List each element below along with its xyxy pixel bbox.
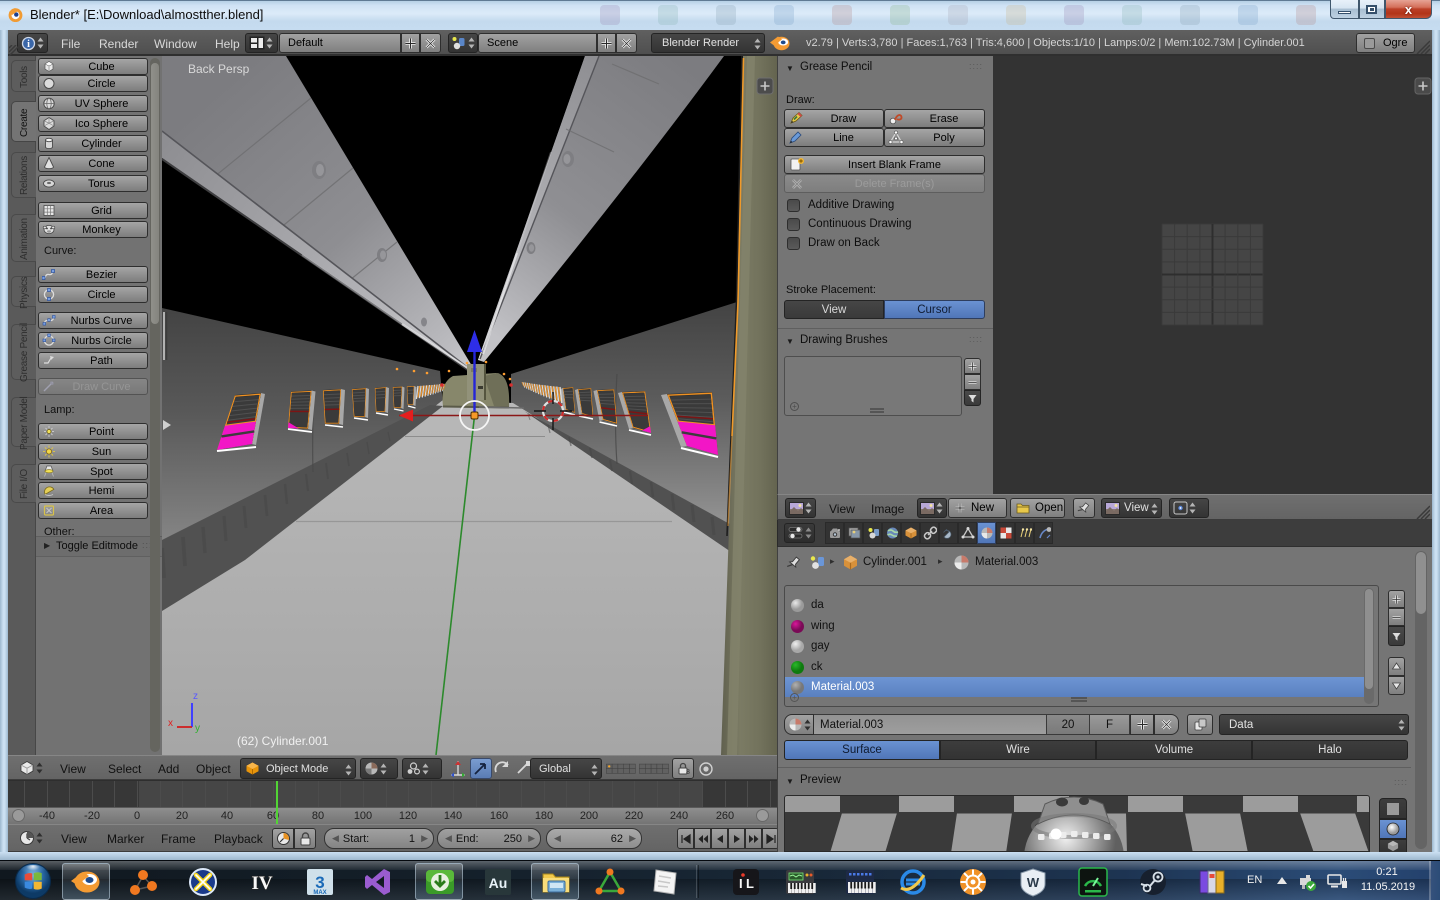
svg-text:8: 8 xyxy=(686,769,690,776)
svg-text:i: i xyxy=(27,39,30,50)
svg-text:W: W xyxy=(1027,875,1040,890)
svg-text:y: y xyxy=(195,723,200,734)
svg-text:MAX: MAX xyxy=(313,890,326,896)
svg-text:z: z xyxy=(193,691,198,702)
svg-text:I: I xyxy=(739,876,743,891)
svg-text:Back Persp: Back Persp xyxy=(188,62,250,76)
svg-text:Au: Au xyxy=(489,875,508,891)
svg-text:x: x xyxy=(168,718,173,729)
svg-text:L: L xyxy=(746,876,754,891)
svg-text:IV: IV xyxy=(251,873,272,894)
svg-text:(62) Cylinder.001: (62) Cylinder.001 xyxy=(237,734,329,748)
